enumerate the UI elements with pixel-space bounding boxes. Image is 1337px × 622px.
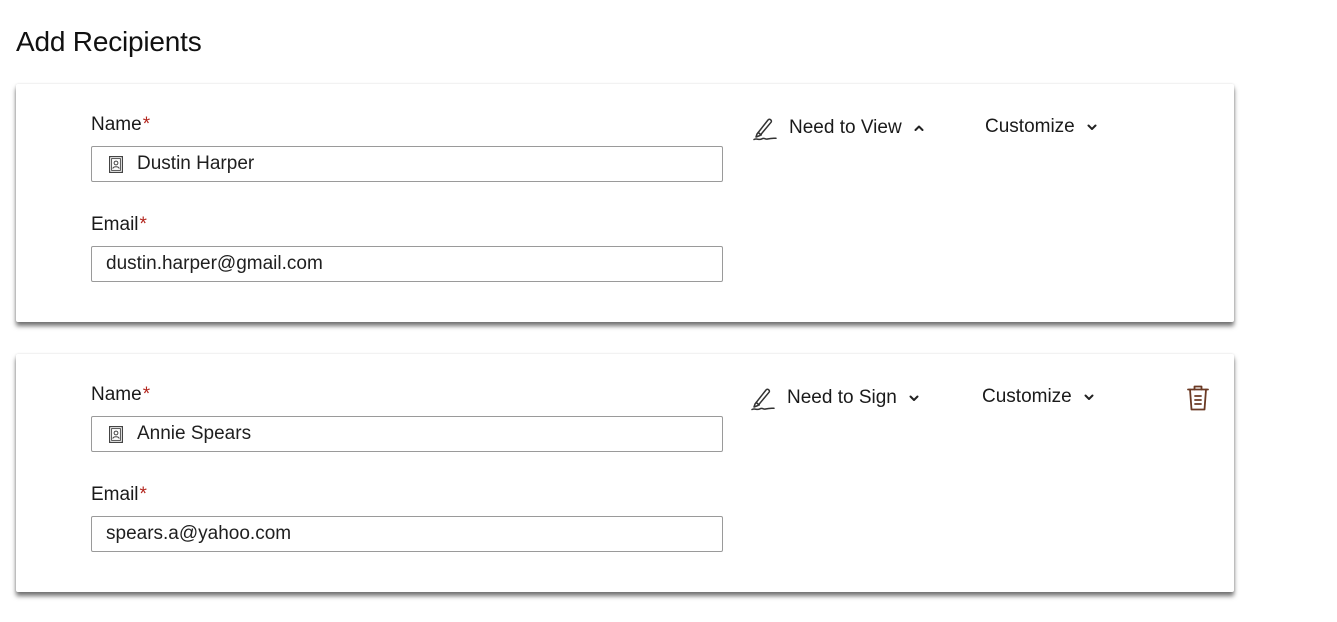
email-label: Email* <box>91 484 147 505</box>
required-asterisk: * <box>142 114 151 135</box>
contact-card-icon[interactable] <box>109 425 123 443</box>
role-label[interactable]: Need to View <box>789 117 902 139</box>
role-label[interactable]: Need to Sign <box>787 387 897 409</box>
customize-dropdown[interactable]: Customize <box>982 386 1096 408</box>
name-label: Name* <box>91 114 151 135</box>
trash-icon[interactable] <box>1184 383 1212 413</box>
name-label: Name* <box>91 384 151 405</box>
customize-label[interactable]: Customize <box>985 116 1075 138</box>
role-dropdown[interactable]: Need to Sign <box>749 384 921 412</box>
chevron-down-icon[interactable] <box>1085 120 1099 134</box>
email-field[interactable]: spears.a@yahoo.com <box>91 516 723 552</box>
name-value[interactable]: Dustin Harper <box>137 153 254 175</box>
contact-card-icon[interactable] <box>109 155 123 173</box>
email-value[interactable]: dustin.harper@gmail.com <box>106 253 323 275</box>
recipient-card: Name* Annie Spears Email* spears.a@yahoo… <box>16 354 1234 592</box>
required-asterisk: * <box>139 214 147 235</box>
customize-label[interactable]: Customize <box>982 386 1072 408</box>
chevron-down-icon[interactable] <box>907 391 921 405</box>
required-asterisk: * <box>139 484 147 505</box>
page-title: Add Recipients <box>16 26 202 57</box>
chevron-down-icon[interactable] <box>1082 390 1096 404</box>
signature-pen-icon <box>751 114 779 142</box>
signature-pen-icon <box>749 384 777 412</box>
chevron-up-icon[interactable] <box>912 121 926 135</box>
required-asterisk: * <box>142 384 151 405</box>
recipient-card: Name* Dustin Harper Email* dustin.harper… <box>16 84 1234 322</box>
role-dropdown[interactable]: Need to View <box>751 114 926 142</box>
name-value[interactable]: Annie Spears <box>137 423 251 445</box>
name-field[interactable]: Annie Spears <box>91 416 723 452</box>
customize-dropdown[interactable]: Customize <box>985 116 1099 138</box>
email-value[interactable]: spears.a@yahoo.com <box>106 523 291 545</box>
name-field[interactable]: Dustin Harper <box>91 146 723 182</box>
email-field[interactable]: dustin.harper@gmail.com <box>91 246 723 282</box>
email-label: Email* <box>91 214 147 235</box>
